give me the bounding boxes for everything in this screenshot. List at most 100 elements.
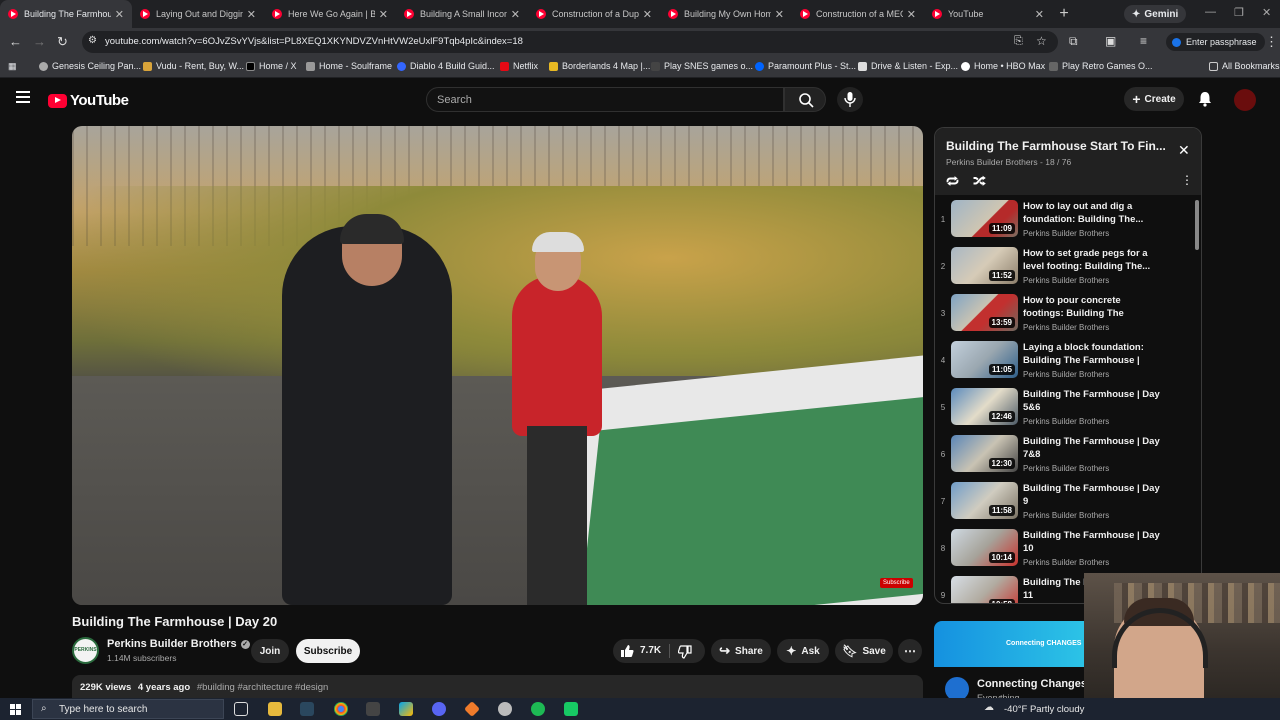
video-player[interactable]: Subscribe [72,126,923,605]
close-tab-icon[interactable]: ✕ [775,8,784,21]
playlist-item[interactable]: 6 12:30 Building The Farmhouse | Day 7&8 Pe… [935,435,1193,481]
passphrase-button[interactable]: Enter passphrase [1166,33,1265,51]
forward-icon[interactable]: → [33,34,46,49]
bookmark-borderlands[interactable]: Borderlands 4 Map |... [549,61,650,71]
shuffle-icon[interactable]: 🔀︎ [973,172,986,191]
playlist-item-thumbnail[interactable]: 13:59 [951,294,1018,331]
playlist-item-title[interactable]: Building The Farmhouse | Day 7&8 [1023,435,1163,461]
thumbs-down-icon[interactable] [678,645,692,659]
bookmark-snes[interactable]: Play SNES games o... [651,61,753,71]
tab-youtube[interactable]: YouTube ✕ [924,0,1052,28]
bookmark-hbo[interactable]: Home • HBO Max [961,61,1045,71]
ad-banner-image[interactable]: Connecting CHANGES [934,621,1084,667]
app-icon[interactable] [498,702,512,716]
playlist-item[interactable]: 4 11:05 Laying a block foundation: Buildin… [935,341,1193,387]
bookmark-genesis[interactable]: Genesis Ceiling Pan... [39,61,141,71]
subscribe-button[interactable]: Subscribe [296,639,360,663]
share-button[interactable]: ↪ Share [711,639,771,663]
extensions-icon[interactable]: ⧉ [1069,34,1078,49]
close-tab-icon[interactable]: ✕ [511,8,520,21]
tab-small-income[interactable]: Building A Small Income ✕ [396,0,528,28]
chrome-menu-icon[interactable]: ⋮ [1265,34,1278,50]
close-tab-icon[interactable]: ✕ [115,8,124,21]
ask-button[interactable]: ✦ Ask [777,639,829,663]
playlist-item[interactable]: 2 11:52 How to set grade pegs for a level … [935,247,1193,293]
gemini-button[interactable]: ✦ Gemini [1124,5,1187,23]
file-explorer-icon[interactable] [268,702,282,716]
new-tab-button[interactable]: + [1052,5,1076,23]
playlist-item-title[interactable]: How to set grade pegs for a level footin… [1023,247,1163,273]
windows-start-icon[interactable] [10,704,21,715]
voice-search-button[interactable] [837,87,863,112]
taskbar-search-input[interactable]: ⌕ Type here to search [32,699,224,719]
playlist-more-icon[interactable]: ⋮ [1181,173,1193,187]
playlist-item-title[interactable]: How to pour concrete footings: Building … [1023,294,1163,320]
bookmark-netflix[interactable]: Netflix [500,61,538,71]
create-button[interactable]: + Create [1124,87,1184,111]
playlist-item-title[interactable]: Building The Farmhouse | Day 9 [1023,482,1163,508]
playlist-item[interactable]: 7 11:58 Building The Farmhouse | Day 9 Perk… [935,482,1193,528]
playlist-item-title[interactable]: How to lay out and dig a foundation: Bui… [1023,200,1163,226]
epic-games-icon[interactable] [366,702,380,716]
side-panel-icon[interactable]: ▣ [1105,34,1116,48]
xbox-app-icon[interactable] [564,702,578,716]
bookmark-diablo[interactable]: Diablo 4 Build Guid... [397,61,495,71]
reload-icon[interactable]: ↻ [57,34,68,50]
channel-name[interactable]: Perkins Builder Brothers ✓ [107,638,250,650]
weather-icon[interactable]: ☁ [984,702,994,713]
bookmark-retro[interactable]: Play Retro Games O... [1049,61,1153,71]
close-playlist-icon[interactable]: ✕ [1178,142,1190,159]
like-count[interactable]: 7.7K [640,645,661,656]
menu-hamburger-icon[interactable] [16,91,30,103]
tab-here-we-go-again[interactable]: Here We Go Again | Buil ✕ [264,0,396,28]
maximize-icon[interactable]: ❐ [1234,6,1244,19]
playlist-item[interactable]: 3 13:59 How to pour concrete footings: Bui… [935,294,1193,340]
tab-building-the-farmhouse[interactable]: Building The Farmhouse ✕ [0,0,132,28]
apps-grid-icon[interactable]: ▦ [8,61,17,72]
ad-title[interactable]: Connecting Changes [977,678,1087,690]
minimize-icon[interactable]: — [1205,6,1216,18]
bookmark-x[interactable]: Home / X [246,61,297,71]
store-icon[interactable] [399,702,413,716]
site-info-icon[interactable]: ⚙ [88,35,97,46]
playlist-owner[interactable]: Perkins Builder Brothers [946,157,1038,167]
chrome-icon[interactable] [334,702,348,716]
search-input[interactable]: Search [426,87,784,112]
loop-icon[interactable]: 🔁︎ [946,172,959,191]
task-view-icon[interactable] [234,702,248,716]
all-bookmarks[interactable]: All Bookmarks [1209,61,1280,71]
youtube-logo[interactable]: YouTube [48,92,129,109]
bookmark-paramount[interactable]: Paramount Plus - St... [755,61,856,71]
description-box[interactable]: 229K views 4 years ago #building #archit… [72,675,923,699]
thumbs-up-icon[interactable] [620,644,634,658]
hashtags[interactable]: #building #architecture #design [197,682,329,693]
playlist-item-thumbnail[interactable]: 12:46 [951,388,1018,425]
taskbar-weather[interactable]: -40°F Partly cloudy [1004,704,1084,715]
playlist-item-thumbnail[interactable]: 11:58 [951,482,1018,519]
bookmark-drive-listen[interactable]: Drive & Listen - Exp... [858,61,958,71]
playlist-scrollbar[interactable] [1195,200,1199,250]
spotify-icon[interactable] [531,702,545,716]
playlist-item-thumbnail[interactable]: 11:09 [951,200,1018,237]
playlist-item-title[interactable]: Laying a block foundation: Building The … [1023,341,1163,367]
tab-own-home[interactable]: Building My Own Home ✕ [660,0,792,28]
back-icon[interactable]: ← [9,34,22,49]
tab-laying-out[interactable]: Laying Out and Digging ✕ [132,0,264,28]
playlist-item[interactable]: 5 12:46 Building The Farmhouse | Day 5&6 Pe… [935,388,1193,434]
bookmark-soulframe[interactable]: Home - Soulframe [306,61,392,71]
playlist-item-thumbnail[interactable]: 12:30 [951,435,1018,472]
playlist-item[interactable]: 1 11:09 How to lay out and dig a foundatio… [935,200,1193,246]
playlist-item-thumbnail[interactable]: 11:52 [951,247,1018,284]
steam-icon[interactable] [300,702,314,716]
join-button[interactable]: Join [251,639,289,663]
close-tab-icon[interactable]: ✕ [247,8,256,21]
more-actions-button[interactable]: ⋯ [898,639,922,663]
close-tab-icon[interactable]: ✕ [643,8,652,21]
playlist-item-thumbnail[interactable]: 10:58 [951,576,1018,603]
tab-duplex[interactable]: Construction of a Duple ✕ [528,0,660,28]
close-tab-icon[interactable]: ✕ [379,8,388,21]
subscribe-watermark[interactable]: Subscribe [880,578,913,588]
notifications-bell-icon[interactable] [1196,90,1214,108]
discord-icon[interactable] [432,702,446,716]
playlist-title[interactable]: Building The Farmhouse Start To Fin... [946,139,1171,153]
